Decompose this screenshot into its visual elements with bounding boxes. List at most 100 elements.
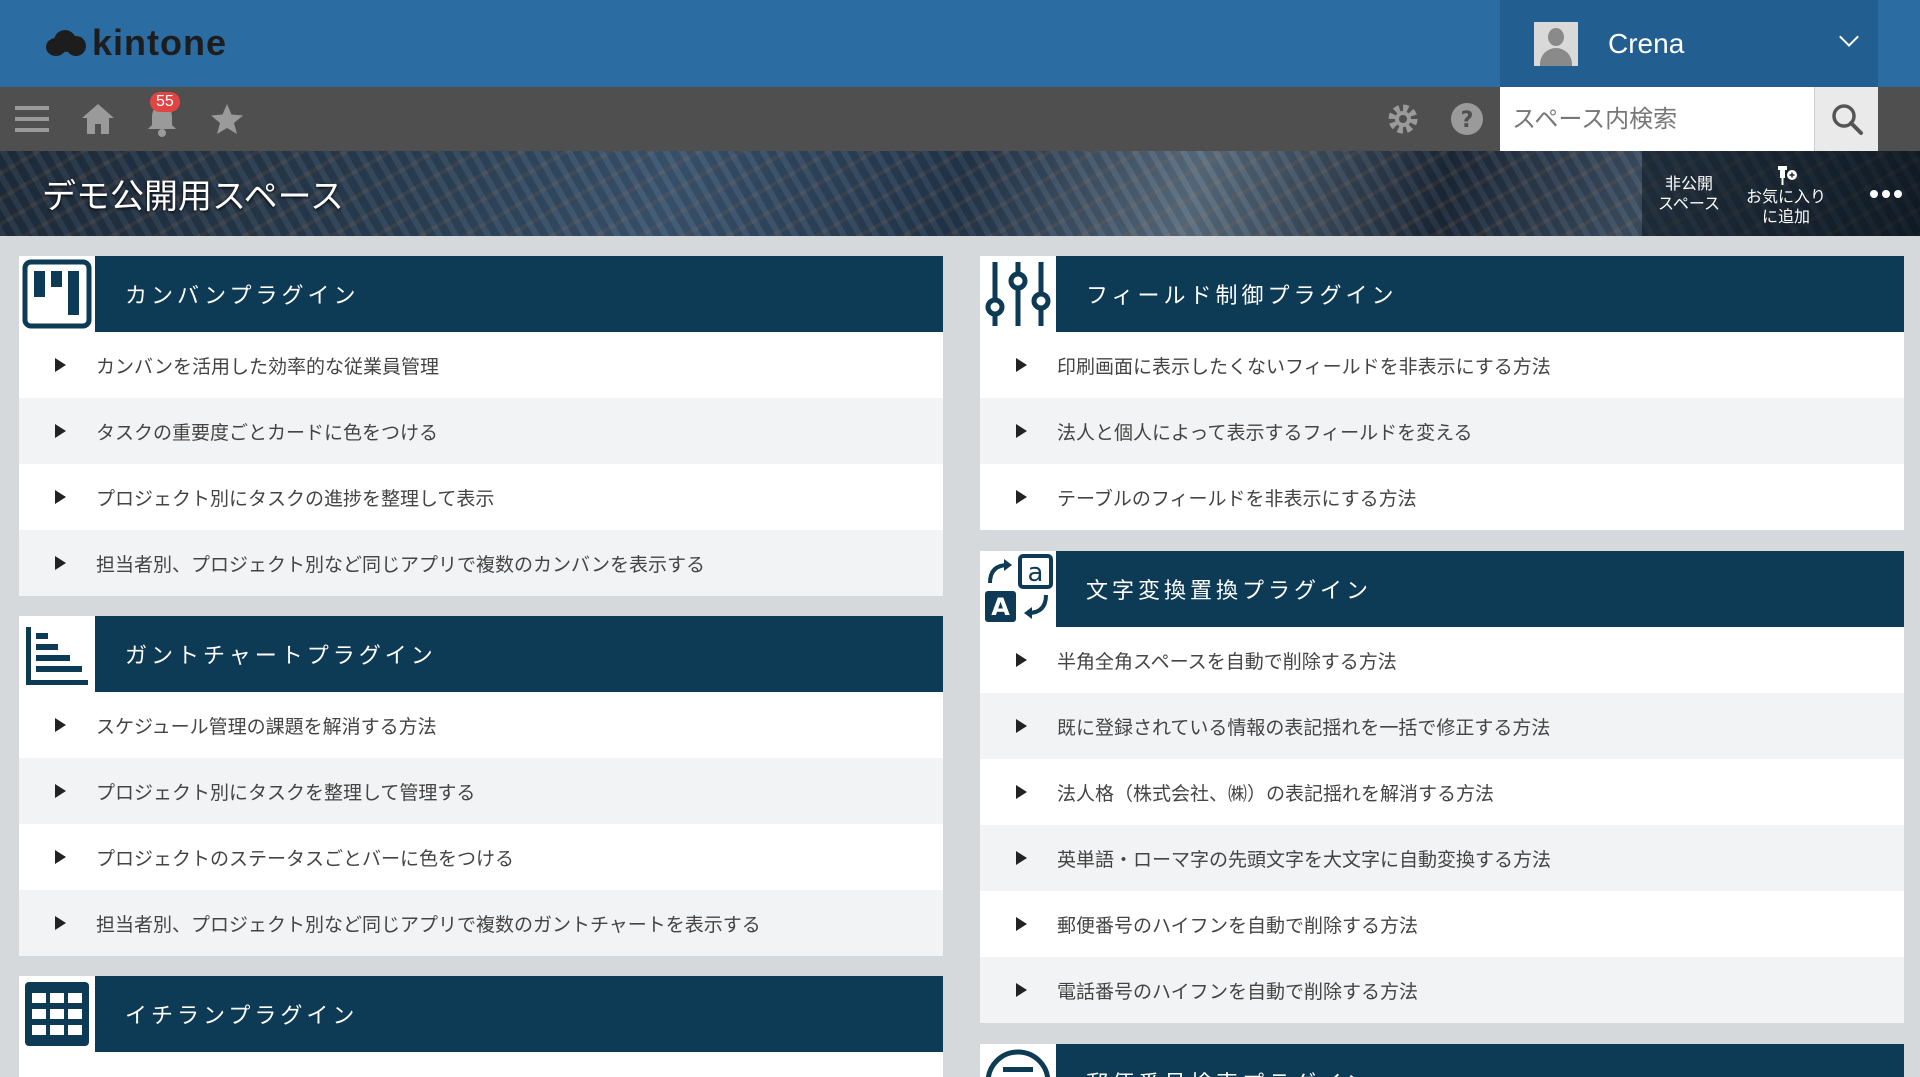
list-item[interactable]: カンバンを活用した効率的な従業員管理 — [19, 332, 943, 398]
list-item[interactable]: 半角全角スペースを自動で削除する方法 — [980, 627, 1904, 693]
list-item-label: テーブルのフィールドを非表示にする方法 — [1057, 487, 1417, 510]
panel-title: 郵便番号検索プラグイン — [1056, 1044, 1904, 1077]
search-button[interactable] — [1814, 87, 1878, 151]
triangle-bullet-icon — [55, 850, 66, 864]
list-item-label: プロジェクトのステータスごとバーに色をつける — [96, 847, 515, 870]
kanban-plugin-panel: カンバンプラグイン カンバンを活用した効率的な従業員管理 タスクの重要度ごとカー… — [19, 256, 943, 596]
list-item-label: 郵便番号のハイフンを自動で削除する方法 — [1057, 914, 1419, 937]
help-icon[interactable]: ? — [1448, 87, 1486, 151]
panel-title: 文字変換置換プラグイン — [1056, 551, 1904, 627]
panel-title: カンバンプラグイン — [95, 256, 943, 332]
home-icon[interactable] — [78, 87, 118, 151]
notification-count-badge: 55 — [150, 92, 180, 112]
list-item[interactable]: タスクの重要度ごとカードに色をつける — [19, 398, 943, 464]
panel-title: イチランプラグイン — [95, 976, 943, 1052]
hamburger-menu-icon[interactable] — [14, 87, 50, 151]
list-item[interactable]: 担当者別、プロジェクト別など同じアプリで複数のガントチャートを表示する — [19, 890, 943, 956]
list-item[interactable]: 法人と個人によって表示するフィールドを変える — [980, 398, 1904, 464]
triangle-bullet-icon — [55, 784, 66, 798]
user-menu[interactable]: Crena — [1500, 0, 1878, 87]
list-item[interactable]: スケジュール管理の課題を解消する方法 — [19, 692, 943, 758]
triangle-bullet-icon — [55, 556, 66, 570]
list-item-label: 担当者別、プロジェクト別など同じアプリで複数のカンバンを表示する — [96, 553, 705, 576]
list-item[interactable]: 電話番号のハイフンを自動で削除する方法 — [980, 957, 1904, 1023]
gantt-chart-icon — [19, 616, 95, 692]
panel-header: ガントチャートプラグイン — [19, 616, 943, 692]
chevron-down-icon[interactable] — [1839, 27, 1859, 47]
add-to-favorites-button[interactable]: お気に入り に追加 — [1742, 151, 1830, 236]
list-item-label: 半角全角スペースを自動で削除する方法 — [1057, 650, 1397, 673]
star-favorites-icon[interactable] — [208, 87, 246, 151]
field-control-plugin-panel: フィールド制御プラグイン 印刷画面に表示したくないフィールドを非表示にする方法 … — [980, 256, 1904, 530]
panel-header: フィールド制御プラグイン — [980, 256, 1904, 332]
triangle-bullet-icon — [1016, 785, 1027, 799]
list-item-label: プロジェクト別にタスクの進捗を整理して表示 — [96, 487, 495, 510]
space-title: デモ公開用スペース — [42, 177, 344, 217]
gantt-chart-plugin-panel: ガントチャートプラグイン スケジュール管理の課題を解消する方法 プロジェクト別に… — [19, 616, 943, 956]
list-item-label: 英単語・ローマ字の先頭文字を大文字に自動変換する方法 — [1057, 848, 1552, 871]
panel-title: フィールド制御プラグイン — [1056, 256, 1904, 332]
triangle-bullet-icon — [1016, 983, 1027, 997]
triangle-bullet-icon — [55, 916, 66, 930]
user-name: Crena — [1608, 27, 1685, 59]
private-space-indicator: 非公開 スペース — [1652, 151, 1726, 236]
text-convert-icon: aA — [980, 551, 1056, 627]
private-label-line1: 非公開 — [1664, 173, 1713, 193]
space-search — [1500, 87, 1878, 151]
triangle-bullet-icon — [55, 424, 66, 438]
list-item-label: タスクの重要度ごとカードに色をつける — [96, 421, 439, 444]
panel-header: カンバンプラグイン — [19, 256, 943, 332]
space-banner: デモ公開用スペース 非公開 スペース お気に入り に追加 — [0, 151, 1920, 236]
list-item[interactable]: プロジェクト別にタスクを整理して管理する — [19, 758, 943, 824]
panel-header: aA 文字変換置換プラグイン — [980, 551, 1904, 627]
list-item[interactable]: プロジェクトのステータスごとバーに色をつける — [19, 824, 943, 890]
cloud-logo-icon — [46, 28, 86, 58]
kanban-icon — [19, 256, 95, 332]
article-list: スケジュール管理の課題を解消する方法 プロジェクト別にタスクを整理して管理する … — [19, 692, 943, 956]
article-list: 印刷画面に表示したくないフィールドを非表示にする方法 法人と個人によって表示する… — [980, 332, 1904, 530]
avatar — [1534, 21, 1578, 66]
triangle-bullet-icon — [1016, 719, 1027, 733]
list-item[interactable]: 郵便番号のハイフンを自動で削除する方法 — [980, 891, 1904, 957]
triangle-bullet-icon — [55, 718, 66, 732]
list-item-label: カンバンを活用した効率的な従業員管理 — [96, 355, 439, 378]
list-item-label: 印刷画面に表示したくないフィールドを非表示にする方法 — [1057, 355, 1551, 378]
list-item-label: 法人格（株式会社、㈱）の表記揺れを解消する方法 — [1057, 782, 1495, 805]
banner-actions: 非公開 スペース お気に入り に追加 — [1642, 151, 1920, 236]
triangle-bullet-icon — [1016, 424, 1027, 438]
gear-icon[interactable] — [1384, 87, 1422, 151]
list-item[interactable]: 担当者別、プロジェクト別など同じアプリで複数のカンバンを表示する — [19, 530, 943, 596]
list-item[interactable]: テーブルのフィールドを非表示にする方法 — [980, 464, 1904, 530]
kintone-logo[interactable]: kintone — [46, 22, 227, 64]
list-item-label: 担当者別、プロジェクト別など同じアプリで複数のガントチャートを表示する — [96, 913, 761, 936]
list-item[interactable]: 印刷画面に表示したくないフィールドを非表示にする方法 — [980, 332, 1904, 398]
sliders-icon — [980, 256, 1056, 332]
panel-header: イチランプラグイン — [19, 976, 943, 1052]
favorite-label-line1: お気に入り — [1745, 186, 1826, 206]
list-item-label: 電話番号のハイフンを自動で削除する方法 — [1057, 980, 1419, 1003]
triangle-bullet-icon — [55, 358, 66, 372]
grid-list-icon — [19, 976, 95, 1052]
triangle-bullet-icon — [1016, 653, 1027, 667]
list-item[interactable]: 既に登録されている情報の表記揺れを一括で修正する方法 — [980, 693, 1904, 759]
more-options-icon[interactable] — [1856, 151, 1916, 236]
list-item[interactable]: 法人格（株式会社、㈱）の表記揺れを解消する方法 — [980, 759, 1904, 825]
list-item-label: プロジェクト別にタスクを整理して管理する — [96, 781, 476, 804]
text-convert-plugin-panel: aA 文字変換置換プラグイン 半角全角スペースを自動で削除する方法 既に登録され… — [980, 551, 1904, 1023]
triangle-bullet-icon — [1016, 358, 1027, 372]
list-item[interactable]: 英単語・ローマ字の先頭文字を大文字に自動変換する方法 — [980, 825, 1904, 891]
postal-search-plugin-panel: 郵便番号検索プラグイン — [980, 1044, 1904, 1077]
panel-header: 郵便番号検索プラグイン — [980, 1044, 1904, 1077]
list-item-label: 既に登録されている情報の表記揺れを一括で修正する方法 — [1057, 716, 1551, 739]
search-icon — [1831, 104, 1863, 135]
postal-search-icon — [980, 1044, 1056, 1077]
favorite-label-line2: に追加 — [1761, 206, 1810, 226]
list-item-label: スケジュール管理の課題を解消する方法 — [96, 715, 437, 738]
space-search-input[interactable] — [1500, 87, 1814, 151]
article-list: 半角全角スペースを自動で削除する方法 既に登録されている情報の表記揺れを一括で修… — [980, 627, 1904, 1023]
top-header: kintone Crena — [0, 0, 1920, 87]
pin-add-icon — [1778, 165, 1797, 185]
list-item[interactable]: プロジェクト別にタスクの進捗を整理して表示 — [19, 464, 943, 530]
panel-title: ガントチャートプラグイン — [95, 616, 943, 692]
triangle-bullet-icon — [1016, 917, 1027, 931]
